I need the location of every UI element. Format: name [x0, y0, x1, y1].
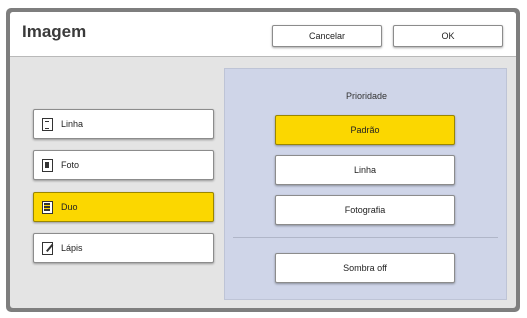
mode-line-button[interactable]: Linha: [33, 109, 214, 139]
priority-label: Prioridade: [345, 91, 388, 101]
ok-button[interactable]: OK: [393, 25, 503, 47]
mode-line-label: Linha: [61, 119, 84, 129]
priority-photography-label: Fotografia: [344, 205, 386, 215]
cancel-button[interactable]: Cancelar: [272, 25, 382, 47]
cancel-button-label: Cancelar: [308, 31, 346, 41]
text-lines-icon: [42, 117, 53, 131]
dialog-title: Imagem: [22, 22, 87, 41]
pencil-icon: [42, 241, 53, 255]
priority-standard-button[interactable]: Padrão: [275, 115, 455, 145]
ok-button-label: OK: [441, 31, 455, 41]
priority-photography-button[interactable]: Fotografia: [275, 195, 455, 225]
image-dialog: Imagem Cancelar OK Linha Foto Duo Lápis …: [10, 12, 516, 308]
duo-icon: [42, 200, 53, 214]
priority-line-button[interactable]: Linha: [275, 155, 455, 185]
dialog-header: Imagem Cancelar OK: [10, 12, 516, 57]
mode-pencil-label: Lápis: [61, 243, 83, 253]
shadow-off-button[interactable]: Sombra off: [275, 253, 455, 283]
mode-photo-button[interactable]: Foto: [33, 150, 214, 180]
panel-divider: [233, 237, 498, 238]
priority-panel: Prioridade Padrão Linha Fotografia Sombr…: [224, 68, 507, 300]
priority-standard-label: Padrão: [350, 125, 380, 135]
mode-pencil-button[interactable]: Lápis: [33, 233, 214, 263]
shadow-off-label: Sombra off: [343, 263, 387, 273]
mode-duo-button[interactable]: Duo: [33, 192, 214, 222]
photo-icon: [42, 158, 53, 172]
mode-duo-label: Duo: [61, 202, 78, 212]
priority-line-label: Linha: [353, 165, 377, 175]
mode-photo-label: Foto: [61, 160, 80, 170]
